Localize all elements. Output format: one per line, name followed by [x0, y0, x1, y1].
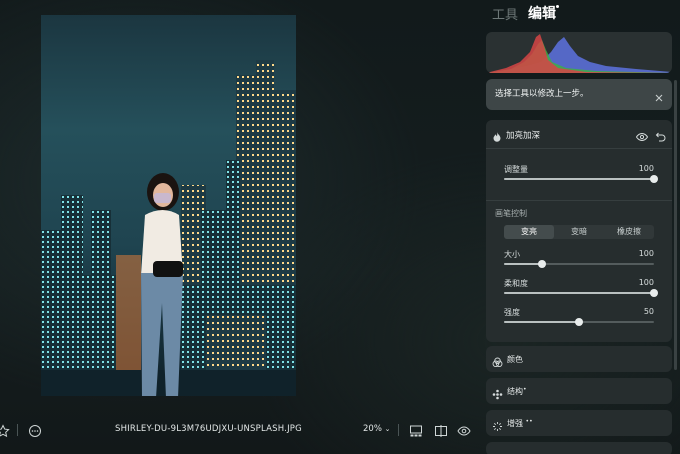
- hint-banner: 选择工具以修改上一步。: [486, 79, 672, 110]
- zoom-level: 20%: [363, 424, 382, 434]
- slider-thumb[interactable]: [537, 260, 546, 268]
- slider-track[interactable]: [504, 175, 658, 183]
- strength-value: 50: [643, 307, 654, 316]
- strength-label: 强度: [504, 308, 520, 317]
- edited-indicator: ••: [525, 418, 533, 425]
- chevron-down-icon: ⌄: [384, 425, 391, 433]
- toolbar-divider: [398, 424, 399, 436]
- slider-fill: [504, 178, 654, 180]
- zoom-dropdown[interactable]: 20% ⌄: [363, 424, 390, 434]
- softness-value: 100: [638, 278, 654, 287]
- brush-mode-selector: 变亮 变暗 橡皮擦: [504, 225, 654, 239]
- edited-indicator: •: [523, 386, 527, 393]
- bottom-toolbar: SHIRLEY-DU-9L3M76UDJXU-UNSPLASH.JPG 20% …: [0, 418, 480, 442]
- size-label: 大小: [504, 250, 520, 259]
- compare-icon[interactable]: [434, 423, 448, 437]
- structure-dots-icon: [492, 385, 503, 400]
- brush-controls-label: 画笔控制: [495, 209, 527, 218]
- softness-slider[interactable]: 柔和度 100: [504, 278, 658, 300]
- size-value: 100: [638, 249, 654, 258]
- brush-mode-2[interactable]: 橡皮擦: [604, 225, 654, 239]
- hint-text: 选择工具以修改上一步。: [495, 89, 589, 99]
- flame-icon: [491, 128, 503, 142]
- size-slider[interactable]: 大小 100: [504, 249, 654, 271]
- sparkle-icon: [492, 417, 503, 431]
- section-structure-text: 结构: [507, 387, 523, 396]
- edited-indicator: [556, 5, 559, 8]
- star-icon[interactable]: [0, 423, 10, 438]
- dodge-burn-panel: 加亮加深 调整量 100 画笔控制 变亮 变暗 橡皮擦 大小 100 柔和度 100: [486, 120, 672, 342]
- panel-divider: [486, 200, 672, 201]
- slider-track[interactable]: [504, 289, 658, 297]
- section-color[interactable]: 颜色: [486, 346, 672, 372]
- brush-mode-0[interactable]: 变亮: [504, 225, 554, 239]
- dodge-burn-header[interactable]: 加亮加深: [486, 120, 672, 148]
- tab-tools[interactable]: 工具: [492, 4, 518, 23]
- strength-slider[interactable]: 强度 50: [504, 307, 654, 329]
- slider-thumb[interactable]: [650, 289, 658, 297]
- section-structure[interactable]: 结构•: [486, 378, 672, 404]
- amount-label: 调整量: [504, 165, 528, 174]
- file-name: SHIRLEY-DU-9L3M76UDJXU-UNSPLASH.JPG: [115, 424, 302, 434]
- slider-fill: [504, 321, 579, 323]
- histogram: [486, 32, 672, 73]
- brush-mode-1[interactable]: 变暗: [554, 225, 604, 239]
- color-circles-icon: [492, 353, 503, 368]
- amount-slider[interactable]: 调整量 100: [504, 164, 658, 186]
- section-color-label: 颜色: [507, 355, 523, 364]
- slider-thumb[interactable]: [650, 175, 658, 183]
- filmstrip-icon[interactable]: [409, 423, 423, 437]
- section-enhance-text: 增强: [507, 419, 523, 428]
- slider-fill: [504, 263, 542, 265]
- amount-value: 100: [638, 164, 654, 173]
- toolbar-divider: [17, 424, 18, 436]
- visibility-eye-icon[interactable]: [635, 128, 649, 142]
- close-icon[interactable]: [654, 88, 664, 102]
- more-options-icon[interactable]: [28, 423, 42, 437]
- preview-eye-icon[interactable]: [457, 423, 471, 437]
- section-enhance-label: 增强 ••: [507, 418, 533, 429]
- histogram-graph: [486, 34, 672, 73]
- section-enhance[interactable]: 增强 ••: [486, 410, 672, 436]
- panel-divider: [486, 148, 672, 149]
- dodge-burn-title: 加亮加深: [506, 131, 541, 141]
- slider-thumb[interactable]: [575, 318, 583, 326]
- tab-edit[interactable]: 编辑: [528, 3, 556, 23]
- section-next[interactable]: [486, 442, 672, 454]
- reset-undo-icon[interactable]: [654, 128, 666, 142]
- slider-fill: [504, 292, 654, 294]
- softness-label: 柔和度: [504, 279, 528, 288]
- slider-track[interactable]: [504, 260, 654, 268]
- photo-image: [41, 15, 296, 396]
- section-structure-label: 结构•: [507, 386, 527, 397]
- photo-canvas[interactable]: [41, 15, 296, 396]
- panel-scrollbar[interactable]: [674, 80, 677, 370]
- slider-track[interactable]: [504, 318, 654, 326]
